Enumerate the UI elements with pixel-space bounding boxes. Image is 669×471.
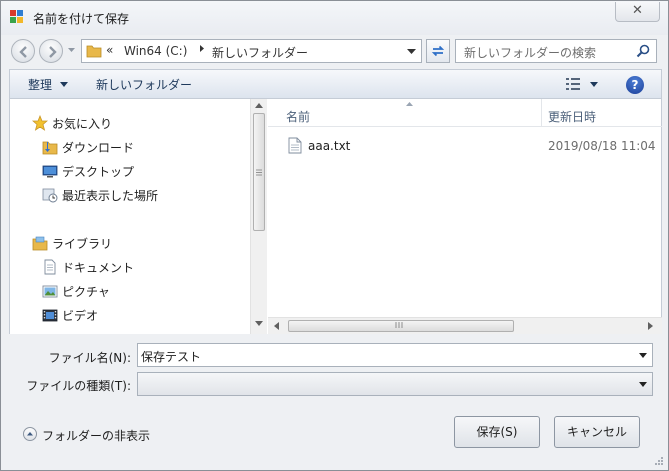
- save-as-dialog: 名前を付けて保存 ✕ « Win64 (C:) 新しいフォルダー 新しいフォルダ…: [0, 0, 669, 471]
- recent-pages-dropdown-icon[interactable]: [67, 45, 76, 54]
- cancel-button[interactable]: キャンセル: [554, 416, 640, 448]
- file-row[interactable]: aaa.txt 2019/08/18 11:04: [286, 135, 662, 157]
- nav-item-label: デスクトップ: [62, 165, 135, 179]
- grip-icon: [395, 322, 403, 328]
- back-arrow-icon: [19, 46, 27, 58]
- filetype-label: ファイルの種類(T):: [26, 379, 131, 393]
- library-icon: [32, 236, 48, 251]
- new-folder-button[interactable]: 新しいフォルダー: [96, 76, 192, 93]
- scroll-up-icon[interactable]: [255, 103, 263, 108]
- breadcrumb-drive[interactable]: Win64 (C:): [124, 44, 187, 58]
- search-box[interactable]: 新しいフォルダーの検索: [455, 39, 657, 63]
- videos-icon: [42, 309, 58, 322]
- navigation-scrollbar[interactable]: [250, 99, 267, 334]
- refresh-button[interactable]: [426, 39, 450, 63]
- desktop-icon: [42, 165, 58, 178]
- nav-item-label: ダウンロード: [62, 141, 135, 155]
- chevron-down-icon[interactable]: [639, 382, 647, 387]
- app-icon: [10, 10, 23, 23]
- grip-icon: [256, 169, 262, 176]
- forward-arrow-icon: [49, 46, 57, 58]
- scroll-down-icon[interactable]: [255, 321, 263, 326]
- nav-item-label: ライブラリ: [52, 237, 113, 251]
- sort-ascending-icon: [406, 102, 413, 106]
- command-bar: 整理 新しいフォルダー ?: [9, 69, 662, 99]
- back-button[interactable]: [11, 39, 35, 63]
- nav-item-label: ピクチャ: [62, 285, 110, 299]
- refresh-icon: [431, 45, 445, 57]
- star-icon: [32, 115, 48, 131]
- scrollbar-thumb[interactable]: [288, 320, 514, 332]
- view-options-icon[interactable]: [565, 77, 581, 91]
- text-file-icon: [288, 137, 302, 154]
- column-divider[interactable]: [541, 99, 542, 127]
- nav-item-label: ビデオ: [62, 309, 99, 323]
- nav-item-label: お気に入り: [52, 117, 113, 131]
- nav-item-label: 最近表示した場所: [62, 189, 159, 203]
- search-icon[interactable]: [636, 44, 650, 58]
- navigation-pane: お気に入り ダウンロード デスクトップ 最近表示した場所 ライブラリ ドキュメン…: [10, 99, 250, 334]
- chevron-up-icon[interactable]: [23, 427, 37, 441]
- scrollbar-thumb[interactable]: [253, 113, 265, 231]
- address-dropdown-icon[interactable]: [407, 49, 416, 55]
- address-bar[interactable]: « Win64 (C:) 新しいフォルダー: [81, 39, 422, 63]
- file-name: aaa.txt: [308, 139, 351, 153]
- forward-button[interactable]: [39, 39, 63, 63]
- chevron-down-icon[interactable]: [639, 353, 647, 358]
- filename-field[interactable]: 保存テスト: [137, 343, 653, 367]
- help-button[interactable]: ?: [626, 76, 644, 94]
- view-dropdown-icon[interactable]: [590, 82, 598, 87]
- close-button[interactable]: ✕: [615, 2, 660, 22]
- organize-button[interactable]: 整理: [28, 76, 52, 93]
- filetype-select[interactable]: [137, 372, 653, 396]
- filename-label: ファイル名(N):: [48, 351, 131, 365]
- column-header-date[interactable]: 更新日時: [548, 108, 596, 125]
- documents-icon: [44, 259, 56, 275]
- save-button[interactable]: 保存(S): [454, 416, 540, 448]
- browser-content: お気に入り ダウンロード デスクトップ 最近表示した場所 ライブラリ ドキュメン…: [9, 99, 662, 334]
- search-input[interactable]: 新しいフォルダーの検索: [464, 44, 596, 61]
- chevron-down-icon[interactable]: [60, 82, 68, 87]
- breadcrumb-separator-icon[interactable]: [199, 44, 205, 53]
- file-date: 2019/08/18 11:04: [548, 139, 656, 153]
- recent-places-icon: [42, 188, 58, 203]
- resize-grip-icon[interactable]: [654, 456, 664, 466]
- breadcrumb-folder[interactable]: 新しいフォルダー: [212, 44, 308, 61]
- filename-value[interactable]: 保存テスト: [141, 348, 201, 365]
- scroll-left-icon[interactable]: [274, 322, 279, 330]
- scroll-right-icon[interactable]: [648, 322, 653, 330]
- folder-icon: [86, 45, 102, 58]
- nav-item-label: ドキュメント: [62, 261, 135, 275]
- column-header-name[interactable]: 名前: [286, 108, 310, 125]
- breadcrumb-overflow[interactable]: «: [106, 43, 113, 57]
- title-bar: 名前を付けて保存 ✕: [1, 1, 668, 35]
- file-list: 名前 更新日時 aaa.txt 2019/08/18 11:04: [268, 99, 662, 334]
- pictures-icon: [42, 285, 58, 298]
- column-header-row: 名前 更新日時: [268, 99, 662, 127]
- file-list-scrollbar[interactable]: [268, 317, 662, 334]
- downloads-icon: [42, 141, 58, 155]
- hide-folders-label[interactable]: フォルダーの非表示: [42, 427, 150, 444]
- window-title: 名前を付けて保存: [33, 12, 130, 26]
